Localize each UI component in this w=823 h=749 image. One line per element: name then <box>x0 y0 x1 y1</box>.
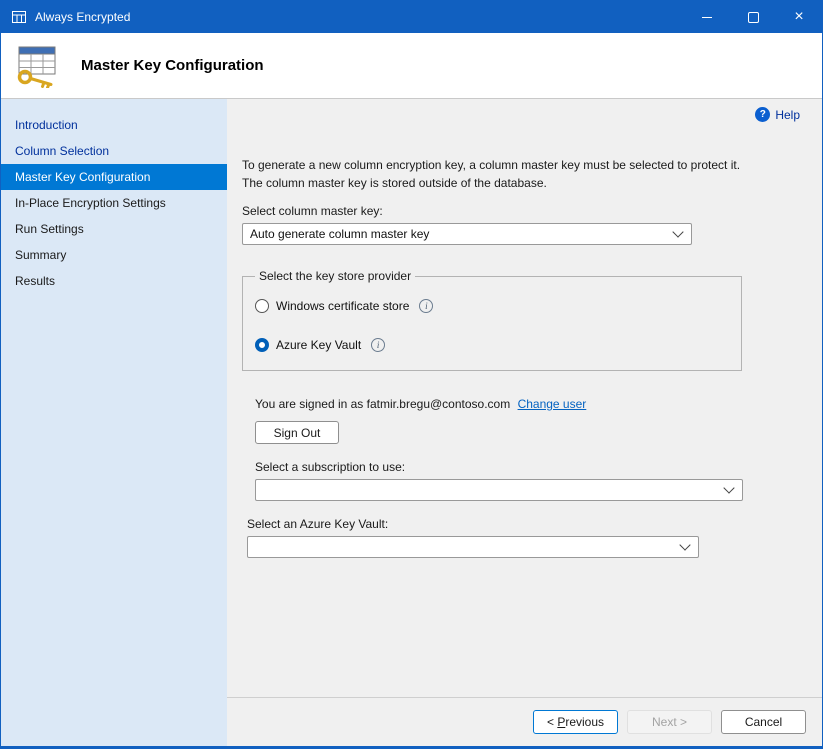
sidebar-item-column-selection[interactable]: Column Selection <box>1 138 227 164</box>
master-key-combobox[interactable]: Auto generate column master key <box>242 223 692 245</box>
subscription-combobox[interactable] <box>255 479 743 501</box>
main-panel: ? Help To generate a new column encrypti… <box>227 99 822 697</box>
signed-in-text: You are signed in as fatmir.bregu@contos… <box>255 397 510 411</box>
master-key-label: Select column master key: <box>242 204 806 218</box>
radio-azure-key-vault[interactable]: Azure Key Vault i <box>255 338 731 352</box>
sign-out-button[interactable]: Sign Out <box>255 421 339 444</box>
previous-button[interactable]: < Previous <box>533 710 618 734</box>
radio-label: Azure Key Vault <box>276 338 361 352</box>
radio-windows-certificate-store[interactable]: Windows certificate store i <box>255 299 731 313</box>
window-controls: × <box>684 1 822 33</box>
content-area: Introduction Column Selection Master Key… <box>1 99 822 746</box>
close-button[interactable]: × <box>776 1 822 33</box>
radio-icon <box>255 299 269 313</box>
titlebar: Always Encrypted × <box>1 1 822 33</box>
minimize-icon <box>702 17 712 18</box>
signin-row: You are signed in as fatmir.bregu@contos… <box>255 397 806 411</box>
master-key-value: Auto generate column master key <box>250 227 429 241</box>
help-label: Help <box>775 108 800 122</box>
chevron-down-icon <box>679 539 690 550</box>
chevron-down-icon <box>723 482 734 493</box>
page-title: Master Key Configuration <box>81 57 264 74</box>
subscription-label: Select a subscription to use: <box>255 460 806 474</box>
footer-bar: < Previous Next > Cancel <box>227 697 822 746</box>
window-title: Always Encrypted <box>35 10 130 24</box>
maximize-button[interactable] <box>730 1 776 33</box>
help-link[interactable]: ? Help <box>755 107 800 122</box>
sidebar-item-summary[interactable]: Summary <box>1 242 227 268</box>
maximize-icon <box>748 12 759 23</box>
vault-combobox[interactable] <box>247 536 699 558</box>
chevron-down-icon <box>672 226 683 237</box>
always-encrypted-window: Always Encrypted × Master Key Configurat… <box>0 0 823 749</box>
key-store-provider-group: Select the key store provider Windows ce… <box>242 269 742 371</box>
main-column: ? Help To generate a new column encrypti… <box>227 99 822 746</box>
sidebar-item-master-key-configuration[interactable]: Master Key Configuration <box>1 164 227 190</box>
sidebar-item-introduction[interactable]: Introduction <box>1 112 227 138</box>
sidebar-item-in-place-encryption[interactable]: In-Place Encryption Settings <box>1 190 227 216</box>
table-key-icon <box>13 44 59 88</box>
radio-icon <box>255 338 269 352</box>
change-user-link[interactable]: Change user <box>518 397 587 411</box>
sidebar-item-run-settings[interactable]: Run Settings <box>1 216 227 242</box>
next-button[interactable]: Next > <box>627 710 712 734</box>
radio-label: Windows certificate store <box>276 299 409 313</box>
app-table-icon <box>11 9 27 25</box>
sidebar-item-results[interactable]: Results <box>1 268 227 294</box>
wizard-header: Master Key Configuration <box>1 33 822 99</box>
info-icon[interactable]: i <box>419 299 433 313</box>
key-store-provider-legend: Select the key store provider <box>255 269 415 283</box>
help-icon: ? <box>755 107 770 122</box>
description-text: To generate a new column encryption key,… <box>242 156 756 192</box>
vault-label: Select an Azure Key Vault: <box>247 517 806 531</box>
wizard-steps-sidebar: Introduction Column Selection Master Key… <box>1 99 227 746</box>
minimize-button[interactable] <box>684 1 730 33</box>
info-icon[interactable]: i <box>371 338 385 352</box>
cancel-button[interactable]: Cancel <box>721 710 806 734</box>
